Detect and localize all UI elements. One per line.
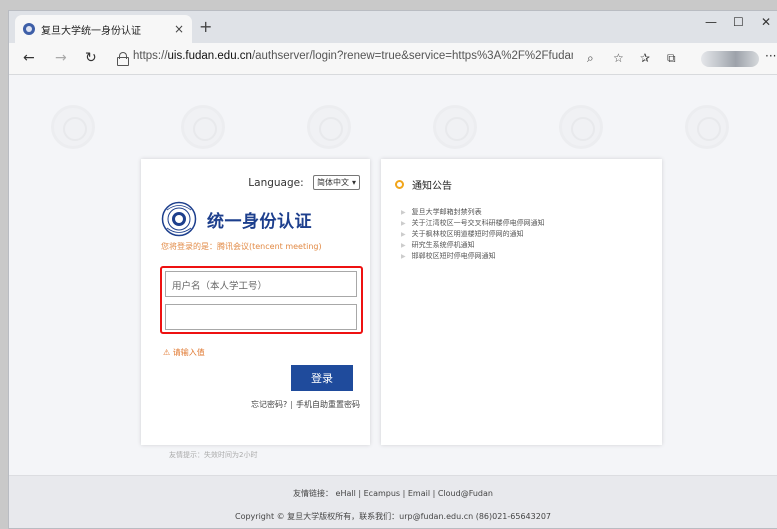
notice-card: 通知公告 ▶ 复旦大学邮箱封禁列表 ▶ 关于江湾校区一号交叉科研楼停电停网通知 ▶ 关… [381,159,662,445]
url-prefix: https:// [133,50,168,62]
forgot-password-link[interactable]: 忘记密码? [251,400,287,409]
fudan-seal-icon [161,201,197,237]
read-aloud-icon[interactable]: ⌕ [587,51,594,66]
arrow-right-icon: ▶ [401,253,406,260]
validation-error: ⚠ 请输入值 [163,347,205,358]
validation-error-text: 请输入值 [172,348,205,357]
warning-icon: ⚠ [163,348,171,357]
maximize-button[interactable]: ☐ [733,15,744,29]
notice-header: 通知公告 [395,177,452,192]
chevron-down-icon: ▾ [351,178,356,187]
tab-title: 复旦大学统一身份认证 [41,25,141,37]
notice-item-text: 关于江湾校区一号交叉科研楼停电停网通知 [411,219,545,227]
language-row: Language: 简体中文 ▾ [141,175,370,190]
tab-strip: 复旦大学统一身份认证 × + — ☐ ✕ [9,11,777,43]
lock-icon[interactable] [117,52,129,66]
mobile-reset-password-link[interactable]: 手机自助重置密码 [296,400,360,409]
arrow-right-icon: ▶ [401,231,406,238]
refresh-button[interactable]: ↻ [85,50,97,66]
background-seal-icon [559,105,603,149]
language-value: 简体中文 [316,178,349,187]
background-seal-icon [307,105,351,149]
profile-avatar[interactable] [701,51,759,67]
language-select[interactable]: 简体中文 ▾ [312,175,360,190]
notice-item-text: 关于枫林校区明道楼短时停网的通知 [411,230,524,238]
footer-copyright: Copyright © 复旦大学版权所有，联系我们：urp@fudan.edu.… [234,512,551,521]
browser-toolbar: ← → ↻ https://uis.fudan.edu.cn/authserve… [9,43,777,75]
browser-window: 复旦大学统一身份认证 × + — ☐ ✕ ← → ↻ https://uis.f… [8,10,777,529]
notice-item[interactable]: ▶ 研究生系统停机通知 [401,240,545,251]
notice-item[interactable]: ▶ 邯郸校区短时停电停网通知 [401,251,545,262]
brand-row: 统一身份认证 [161,201,312,237]
notice-item-text: 复旦大学邮箱封禁列表 [411,208,482,216]
background-seal-icon [685,105,729,149]
login-target-hint: 您将登录的是：腾讯会议(tencent meeting) [161,242,322,251]
page-footer: 友情链接： eHall | Ecampus | Email | Cloud@Fu… [9,475,777,528]
address-bar[interactable]: https://uis.fudan.edu.cn/authserver/logi… [133,50,573,62]
url-path: /authserver/login?renew=true&service=htt… [251,50,573,62]
arrow-right-icon: ▶ [401,242,406,249]
session-tip: 友情提示：失效时间为2小时 [169,451,258,459]
browser-tab[interactable]: 复旦大学统一身份认证 × [15,15,192,43]
page-title: 统一身份认证 [207,211,312,232]
login-card: Language: 简体中文 ▾ 统一身份认证 您将登录的是：腾讯会议(tence… [141,159,370,445]
notice-item[interactable]: ▶ 复旦大学邮箱封禁列表 [401,207,545,218]
favorites-icon[interactable]: ✰ [640,51,650,65]
auxiliary-links: 忘记密码? | 手机自助重置密码 [251,399,360,410]
tab-close-icon[interactable]: × [174,22,184,36]
notice-list: ▶ 复旦大学邮箱封禁列表 ▶ 关于江湾校区一号交叉科研楼停电停网通知 ▶ 关于枫林校区… [401,207,545,262]
notice-item[interactable]: ▶ 关于江湾校区一号交叉科研楼停电停网通知 [401,218,545,229]
background-seal-icon [51,105,95,149]
footer-links[interactable]: 友情链接： eHall | Ecampus | Email | Cloud@Fu… [9,488,777,499]
new-tab-button[interactable]: + [199,17,212,36]
minimize-button[interactable]: — [705,15,717,29]
fudan-favicon-icon [23,23,35,35]
language-label: Language: [248,176,304,189]
url-host: uis.fudan.edu.cn [167,50,252,62]
back-button[interactable]: ← [23,50,35,66]
background-seal-icon [433,105,477,149]
background-seal-icon [181,105,225,149]
add-favorite-icon[interactable]: ☆ [613,51,624,65]
highlight-box [160,266,363,334]
arrow-right-icon: ▶ [401,220,406,227]
notice-item[interactable]: ▶ 关于枫林校区明道楼短时停网的通知 [401,229,545,240]
close-window-button[interactable]: ✕ [761,15,771,29]
notice-title: 通知公告 [412,181,452,192]
notice-item-text: 邯郸校区短时停电停网通知 [411,252,496,260]
more-menu-icon[interactable]: ··· [765,49,776,63]
login-button[interactable]: 登录 [291,365,353,391]
link-separator: | [290,400,293,409]
login-page: Language: 简体中文 ▾ 统一身份认证 您将登录的是：腾讯会议(tence… [9,75,777,528]
collections-icon[interactable]: ⧉ [667,51,676,66]
arrow-right-icon: ▶ [401,209,406,216]
notice-item-text: 研究生系统停机通知 [411,241,475,249]
forward-button[interactable]: → [55,50,67,66]
notice-dot-icon [395,180,404,189]
